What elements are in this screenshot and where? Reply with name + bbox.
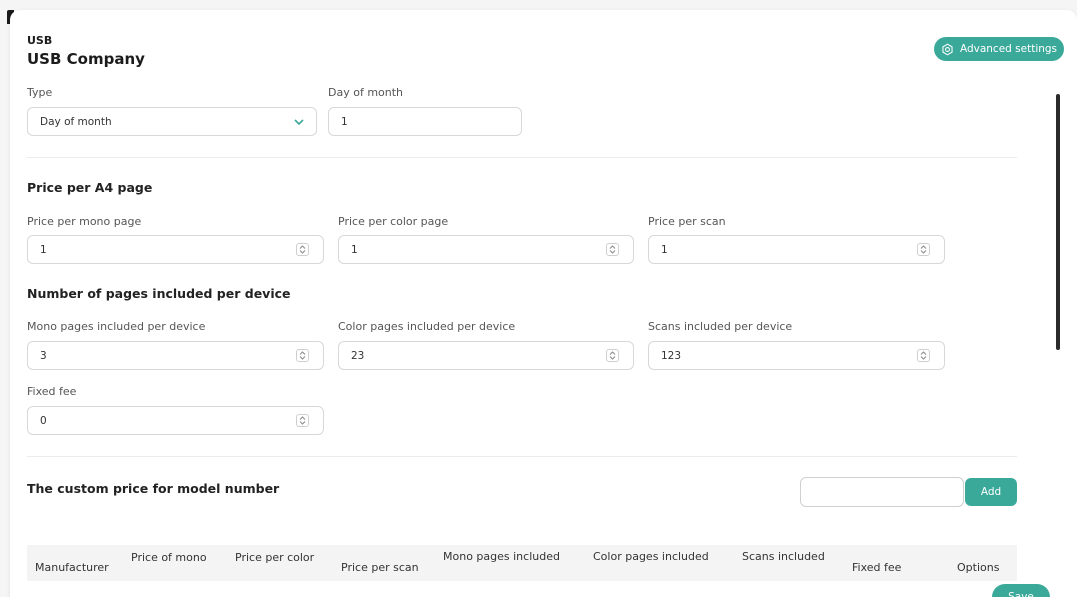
- settings-panel: USB USB Company Advanced settings Type D…: [10, 10, 1077, 597]
- add-button[interactable]: Add: [965, 478, 1017, 506]
- color-price-label: Price per color page: [338, 215, 449, 228]
- column-header[interactable]: Price per color: [235, 551, 314, 564]
- type-select-value: Day of month: [40, 115, 112, 128]
- stepper-icon[interactable]: [296, 243, 309, 256]
- section-divider: [27, 456, 1017, 457]
- scan-price-label: Price per scan: [648, 215, 726, 228]
- section-divider: [27, 157, 1017, 158]
- scan-included-label: Scans included per device: [648, 320, 793, 333]
- column-header[interactable]: Manufacturer: [35, 561, 109, 574]
- column-header[interactable]: Scans included: [742, 550, 825, 563]
- stepper-icon[interactable]: [296, 414, 309, 427]
- stepper-icon[interactable]: [917, 243, 930, 256]
- day-of-month-label: Day of month: [328, 86, 404, 99]
- day-of-month-value: 1: [341, 115, 348, 128]
- price-per-page-heading: Price per A4 page: [27, 180, 153, 195]
- mono-price-input[interactable]: 1: [27, 235, 324, 264]
- model-number-input[interactable]: [800, 477, 964, 507]
- scan-price-value: 1: [661, 243, 668, 256]
- scrollbar-thumb[interactable]: [1056, 94, 1060, 350]
- color-included-value: 23: [351, 349, 365, 362]
- type-label: Type: [27, 86, 53, 99]
- save-button[interactable]: Save: [992, 584, 1050, 597]
- column-header[interactable]: Price per scan: [341, 561, 419, 574]
- custom-price-table-header: Manufacturer Price of mono Price per col…: [27, 545, 1017, 581]
- column-header[interactable]: Options: [957, 561, 999, 574]
- scan-price-input[interactable]: 1: [648, 235, 945, 264]
- column-header[interactable]: Fixed fee: [852, 561, 901, 574]
- pages-included-heading: Number of pages included per device: [27, 286, 291, 301]
- advanced-settings-button[interactable]: Advanced settings: [934, 37, 1064, 61]
- stepper-icon[interactable]: [917, 349, 930, 362]
- fixed-fee-label: Fixed fee: [27, 385, 77, 398]
- scan-included-input[interactable]: 123: [648, 341, 945, 370]
- fixed-fee-value: 0: [40, 414, 47, 427]
- type-select[interactable]: Day of month: [27, 107, 317, 136]
- advanced-settings-label: Advanced settings: [959, 43, 1058, 55]
- stepper-icon[interactable]: [606, 243, 619, 256]
- settings-gear-icon: [942, 43, 953, 55]
- scan-included-value: 123: [661, 349, 682, 362]
- color-price-input[interactable]: 1: [338, 235, 634, 264]
- stepper-icon[interactable]: [296, 349, 309, 362]
- column-header[interactable]: Mono pages included: [443, 550, 560, 563]
- day-of-month-input[interactable]: 1: [328, 107, 522, 136]
- company-name: USB Company: [27, 50, 145, 68]
- column-header[interactable]: Color pages included: [593, 550, 709, 563]
- mono-included-value: 3: [40, 349, 47, 362]
- color-included-input[interactable]: 23: [338, 341, 634, 370]
- mono-price-label: Price per mono page: [27, 215, 142, 228]
- mono-price-value: 1: [40, 243, 47, 256]
- fixed-fee-input[interactable]: 0: [27, 406, 324, 435]
- custom-price-heading: The custom price for model number: [27, 481, 280, 496]
- color-price-value: 1: [351, 243, 358, 256]
- company-code: USB: [27, 34, 53, 47]
- color-included-label: Color pages included per device: [338, 320, 516, 333]
- chevron-down-icon: [294, 118, 304, 125]
- column-header[interactable]: Price of mono: [131, 551, 207, 564]
- stepper-icon[interactable]: [606, 349, 619, 362]
- mono-included-input[interactable]: 3: [27, 341, 324, 370]
- mono-included-label: Mono pages included per device: [27, 320, 206, 333]
